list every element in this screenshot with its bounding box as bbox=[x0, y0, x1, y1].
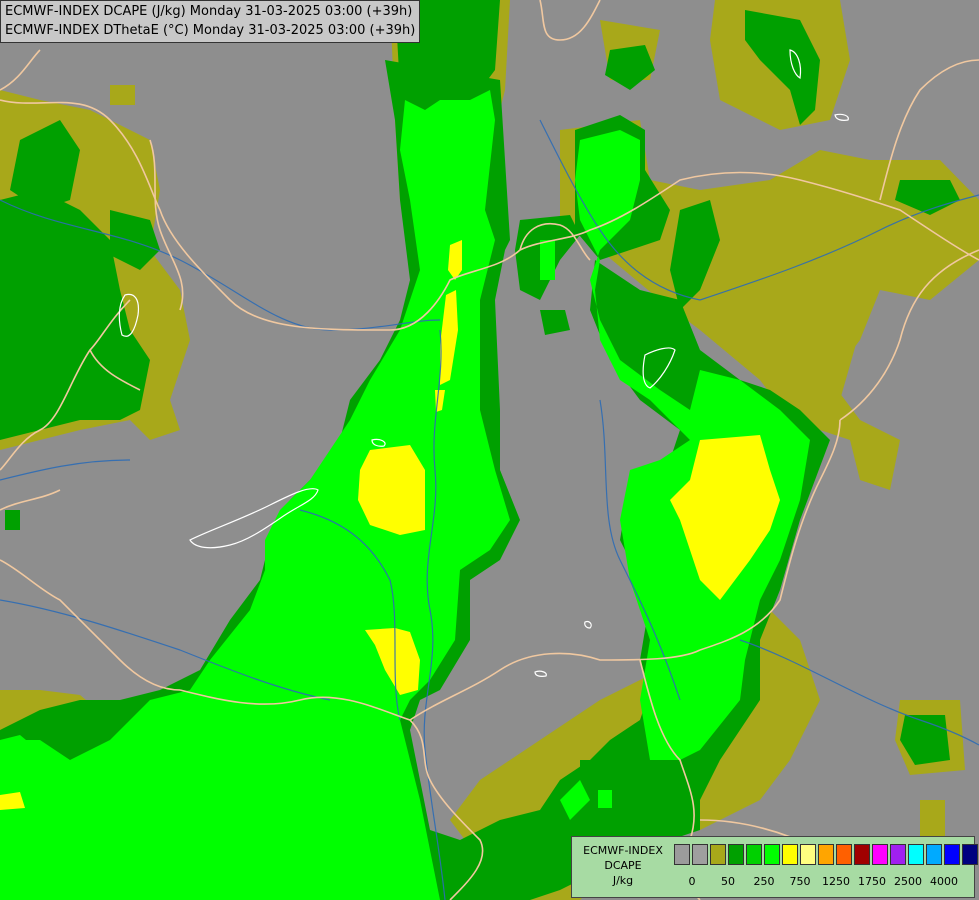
legend-swatch bbox=[926, 844, 942, 865]
legend-swatch bbox=[746, 844, 762, 865]
legend-swatch bbox=[710, 844, 726, 865]
legend-swatch bbox=[962, 844, 978, 865]
legend-tick-label: 2500 bbox=[894, 875, 922, 888]
legend-tick-label: 4000 bbox=[930, 875, 958, 888]
legend-swatch bbox=[818, 844, 834, 865]
legend-swatch bbox=[944, 844, 960, 865]
legend-tick-label: 0 bbox=[688, 875, 696, 888]
legend-swatch bbox=[908, 844, 924, 865]
legend-parameter: DCAPE bbox=[604, 859, 642, 872]
legend-swatch bbox=[764, 844, 780, 865]
legend-swatches bbox=[674, 844, 979, 865]
legend-swatch bbox=[890, 844, 906, 865]
legend-tick-label: 750 bbox=[789, 875, 811, 888]
weather-map bbox=[0, 0, 979, 900]
legend-tick-label: 1250 bbox=[822, 875, 850, 888]
map-title-box: ECMWF-INDEX DCAPE (J/kg) Monday 31-03-20… bbox=[0, 0, 421, 43]
legend-ticks: 0 50 250 750 1250 1750 2500 4000 bbox=[674, 875, 970, 891]
legend-swatch bbox=[692, 844, 708, 865]
color-legend: ECMWF-INDEX DCAPE J/kg 0 50 250 750 1250 1750… bbox=[571, 836, 978, 898]
legend-swatch bbox=[782, 844, 798, 865]
legend-swatch bbox=[854, 844, 870, 865]
title-line-dthetae: ECMWF-INDEX DThetaE (°C) Monday 31-03-20… bbox=[5, 23, 416, 38]
legend-swatch bbox=[728, 844, 744, 865]
legend-swatch bbox=[674, 844, 690, 865]
legend-tick-label: 50 bbox=[721, 875, 735, 888]
title-line-dcape: ECMWF-INDEX DCAPE (J/kg) Monday 31-03-20… bbox=[5, 4, 413, 19]
legend-swatch bbox=[800, 844, 816, 865]
legend-swatch bbox=[872, 844, 888, 865]
legend-swatch bbox=[836, 844, 852, 865]
legend-unit: J/kg bbox=[612, 874, 634, 887]
legend-tick-label: 250 bbox=[753, 875, 775, 888]
legend-model: ECMWF-INDEX bbox=[583, 844, 663, 857]
legend-caption: ECMWF-INDEX DCAPE J/kg bbox=[576, 843, 670, 888]
legend-tick-label: 1750 bbox=[858, 875, 886, 888]
